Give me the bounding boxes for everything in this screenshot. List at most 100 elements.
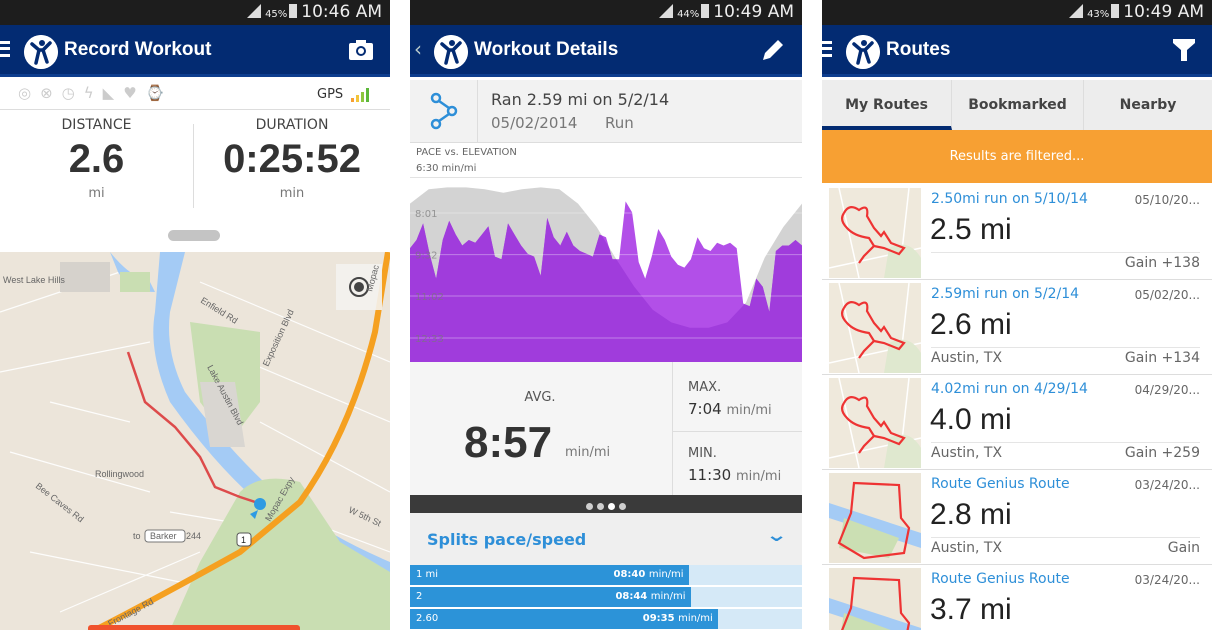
route-list-item[interactable]: 2.59mi run on 5/2/14 05/02/20... 2.6 mi … bbox=[822, 280, 1212, 375]
route-gain: Gain +134 bbox=[1124, 350, 1200, 366]
min-value: 11:30 bbox=[688, 466, 732, 484]
power-icon: ϟ bbox=[83, 84, 103, 102]
split-pace: 08:44 min/mi bbox=[615, 591, 686, 602]
distance-unit: mi bbox=[88, 186, 105, 201]
y-tick-label: 11:02 bbox=[415, 292, 444, 303]
route-name: Route Genius Route bbox=[931, 476, 1070, 492]
route-map-thumbnail bbox=[829, 473, 921, 563]
status-bar: 43% 10:49 AM bbox=[822, 0, 1212, 25]
split-label: 2 bbox=[416, 591, 423, 602]
heart-icon: ♥ bbox=[123, 84, 146, 102]
route-date: 05/02/20... bbox=[1134, 288, 1200, 302]
route-list-item[interactable]: 4.02mi run on 4/29/14 04/29/20... 4.0 mi… bbox=[822, 375, 1212, 470]
battery-percent: 45% bbox=[265, 9, 288, 20]
route-distance: 2.6 mi bbox=[930, 308, 1012, 341]
route-list-item[interactable]: Route Genius Route 03/24/20... 3.7 mi bbox=[822, 565, 1212, 630]
tab-bookmarked[interactable]: Bookmarked bbox=[952, 80, 1084, 130]
pencil-icon[interactable] bbox=[760, 37, 786, 63]
sensor-bar: ◎⊗◷ϟ◣♥⌚ GPS bbox=[0, 80, 390, 110]
duration-value: 0:25:52 bbox=[223, 137, 361, 181]
workout-header[interactable]: Ran 2.59 mi on 5/2/14 05/02/2014 Run bbox=[410, 80, 802, 143]
distance-value: 2.6 bbox=[68, 137, 125, 181]
route-gain: Gain +138 bbox=[1124, 255, 1200, 271]
heart-rate-sensor-icon: ◎ bbox=[18, 84, 41, 102]
y-tick-label: 9:32 bbox=[415, 251, 437, 262]
tab-my-routes[interactable]: My Routes bbox=[822, 80, 952, 130]
signal-icon bbox=[1069, 4, 1084, 18]
start-button[interactable] bbox=[88, 625, 300, 630]
app-bar: Record Workout bbox=[0, 25, 390, 77]
route-map-thumbnail bbox=[829, 188, 921, 278]
min-unit: min/mi bbox=[736, 469, 782, 484]
route-date: 05/10/20... bbox=[1134, 193, 1200, 207]
splits-header[interactable]: Splits pace/speed ⌄ bbox=[410, 513, 802, 565]
app-bar: Routes bbox=[822, 25, 1212, 77]
filter-icon[interactable] bbox=[1172, 37, 1196, 63]
page-dot[interactable] bbox=[608, 503, 615, 510]
camera-icon[interactable] bbox=[348, 39, 374, 61]
route-gain: Gain +259 bbox=[1124, 445, 1200, 461]
duration-unit: min bbox=[279, 186, 305, 201]
route-distance: 3.7 mi bbox=[930, 593, 1012, 626]
chart-top-label: 6:30 min/mi bbox=[416, 163, 477, 174]
split-row: 2.60 09:35 min/mi bbox=[410, 609, 802, 629]
battery-icon bbox=[1111, 4, 1120, 18]
screen-title: Routes bbox=[886, 39, 951, 60]
map-label: to bbox=[133, 531, 141, 541]
battery-icon bbox=[701, 4, 710, 18]
route-gain: Gain bbox=[1167, 540, 1200, 556]
status-bar: 44% 10:49 AM bbox=[410, 0, 802, 25]
route-date: 03/24/20... bbox=[1134, 573, 1200, 587]
menu-icon[interactable] bbox=[822, 41, 832, 57]
route-distance: 4.0 mi bbox=[930, 403, 1012, 436]
sensor-icons: ◎⊗◷ϟ◣♥⌚ bbox=[18, 84, 173, 102]
route-name: 2.59mi run on 5/2/14 bbox=[931, 286, 1080, 302]
chart-title: PACE vs. ELEVATION bbox=[416, 147, 517, 158]
route-date: 03/24/20... bbox=[1134, 478, 1200, 492]
app-bar: ‹ Workout Details bbox=[410, 25, 802, 77]
app-logo-icon[interactable] bbox=[846, 35, 880, 69]
avg-label: AVG. bbox=[524, 390, 556, 405]
highway-shield: 1 bbox=[241, 535, 246, 545]
tab-nearby[interactable]: Nearby bbox=[1084, 80, 1212, 130]
page-dot[interactable] bbox=[586, 503, 593, 510]
clock: 10:49 AM bbox=[1123, 2, 1204, 22]
page-dot[interactable] bbox=[619, 503, 626, 510]
map[interactable]: West Lake Hills Enfield Rd Exposition Bl… bbox=[0, 252, 390, 630]
drag-handle[interactable] bbox=[168, 230, 220, 241]
cadence-icon: ⊗ bbox=[40, 84, 62, 102]
workout-date: 05/02/2014 bbox=[491, 114, 578, 132]
clock: 10:46 AM bbox=[301, 2, 382, 22]
page-indicator[interactable] bbox=[410, 495, 802, 513]
route-list-item[interactable]: 2.50mi run on 5/10/14 05/10/20... 2.5 mi… bbox=[822, 185, 1212, 280]
pace-elevation-chart[interactable]: 8:01 9:32 11:02 12:33 bbox=[410, 178, 802, 362]
route-map-thumbnail bbox=[829, 283, 921, 373]
route-map-thumbnail bbox=[829, 568, 921, 630]
back-icon[interactable]: ‹ bbox=[414, 37, 422, 61]
filter-banner[interactable]: Results are filtered... bbox=[822, 130, 1212, 183]
app-logo-icon[interactable] bbox=[24, 35, 58, 69]
min-label: MIN. bbox=[688, 446, 717, 461]
route-location: Austin, TX bbox=[931, 350, 1003, 366]
route-list-item[interactable]: Route Genius Route 03/24/20... 2.8 mi Au… bbox=[822, 470, 1212, 565]
screen-title: Record Workout bbox=[64, 39, 212, 60]
chevron-down-icon[interactable]: ⌄ bbox=[765, 525, 788, 546]
max-value: 7:04 bbox=[688, 400, 722, 418]
map-label: 244 bbox=[186, 531, 201, 541]
split-pace: 08:40 min/mi bbox=[613, 569, 684, 580]
routes-screen: 43% 10:49 AM Routes My Routes Bookmarked … bbox=[822, 0, 1212, 630]
workout-details-screen: 44% 10:49 AM ‹ Workout Details Ran 2.59 m… bbox=[410, 0, 802, 630]
duration-label: DURATION bbox=[255, 117, 329, 133]
map-label: West Lake Hills bbox=[3, 275, 65, 285]
signal-icon bbox=[659, 4, 674, 18]
stopwatch-icon: ◷ bbox=[61, 84, 84, 102]
duration-stat: DURATION 0:25:52 min bbox=[194, 117, 390, 201]
route-distance: 2.5 mi bbox=[930, 213, 1012, 246]
record-workout-screen: 45% 10:46 AM Record Workout ◎⊗◷ϟ◣♥⌚ GPS D… bbox=[0, 0, 390, 630]
shoe-icon: ◣ bbox=[102, 84, 124, 102]
page-dot[interactable] bbox=[597, 503, 604, 510]
y-tick-label: 8:01 bbox=[415, 209, 437, 220]
menu-icon[interactable] bbox=[0, 41, 10, 57]
app-logo-icon[interactable] bbox=[434, 35, 468, 69]
max-unit: min/mi bbox=[726, 403, 772, 418]
